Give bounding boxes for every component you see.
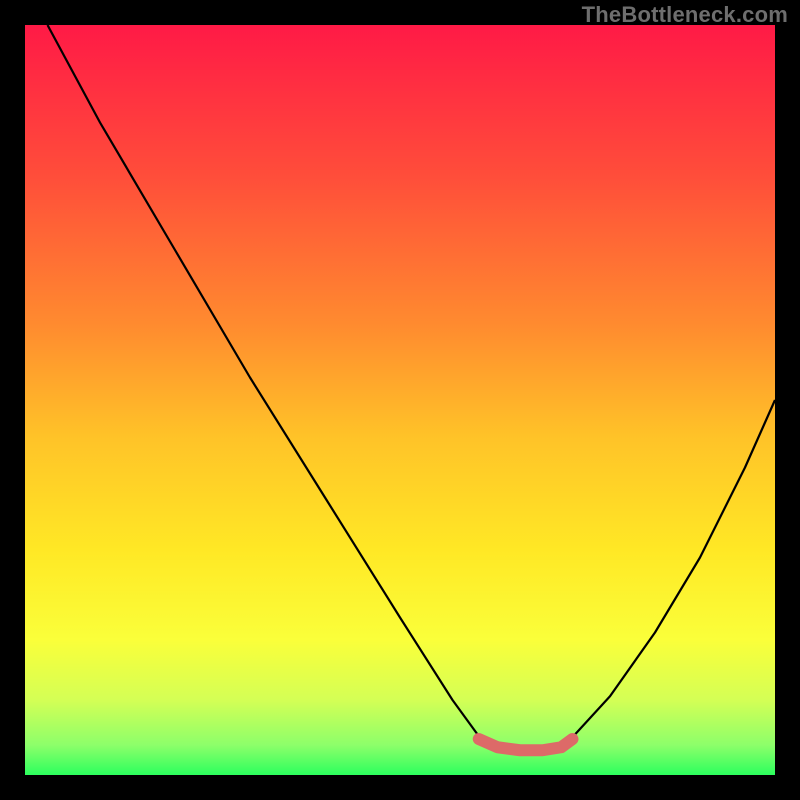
chart-frame: TheBottleneck.com (0, 0, 800, 800)
gradient-background (25, 25, 775, 775)
plot-canvas (25, 25, 775, 775)
chart-svg (25, 25, 775, 775)
